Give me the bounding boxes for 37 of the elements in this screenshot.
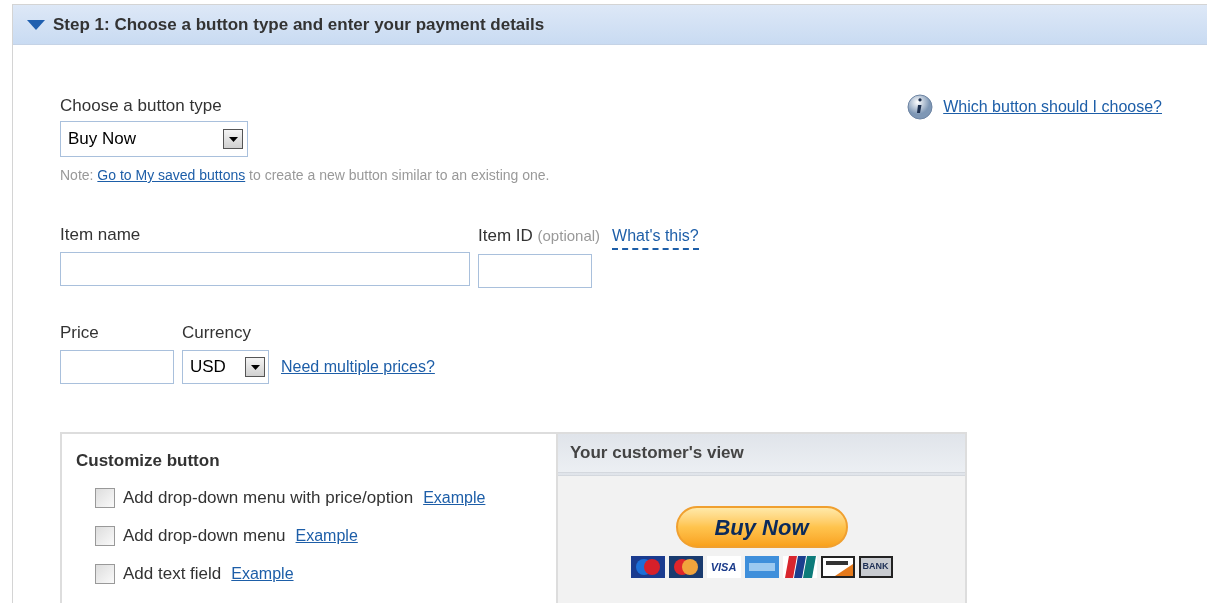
- card-logo-icon: [744, 556, 779, 578]
- preview-header: Your customer's view: [558, 434, 965, 476]
- checkbox[interactable]: [95, 488, 115, 508]
- button-type-dropdown[interactable]: Buy Now: [60, 121, 248, 157]
- buy-now-button[interactable]: Buy Now: [675, 506, 848, 548]
- field-label: Price: [60, 322, 100, 344]
- field-label: Item name: [60, 224, 142, 246]
- card-logo-icon: BANK: [858, 556, 893, 578]
- card-logo-icon: [630, 556, 665, 578]
- option-label: Add drop-down menu with price/option: [123, 487, 414, 510]
- note-text: Note: Go to My saved buttons to create a new button similar to an existing one.: [60, 166, 551, 185]
- whats-this-link[interactable]: What's this?: [612, 224, 699, 250]
- help-link[interactable]: Which button should I choose?: [943, 95, 1162, 119]
- example-link[interactable]: Example: [423, 486, 486, 510]
- item-name-field[interactable]: [60, 252, 470, 286]
- multiple-prices-link[interactable]: Need multiple prices?: [281, 355, 435, 379]
- price-field[interactable]: [60, 350, 174, 384]
- card-logo-icon: [668, 556, 703, 578]
- currency-dropdown[interactable]: USD: [182, 350, 269, 384]
- info-icon: [907, 94, 934, 120]
- card-logo-icon: VISA: [706, 556, 741, 578]
- checkbox[interactable]: [95, 564, 115, 584]
- field-label: Item ID (optional): [478, 225, 601, 247]
- field-label: Currency: [182, 322, 252, 344]
- option-label: Add text field: [123, 563, 222, 586]
- saved-buttons-link[interactable]: Go to My saved buttons: [97, 167, 246, 183]
- card-logo-icon: [820, 556, 855, 578]
- option-label: Add drop-down menu: [123, 525, 286, 548]
- example-link[interactable]: Example: [231, 562, 294, 586]
- field-label: Choose a button type: [60, 95, 223, 117]
- card-logo-icon: [782, 556, 817, 578]
- section-header[interactable]: Step 1: Choose a button type and enter your payment details: [13, 5, 1207, 45]
- section-title: Step 1: Choose a button type and enter your payment details: [53, 13, 545, 36]
- example-link[interactable]: Example: [295, 524, 358, 548]
- item-id-field[interactable]: [478, 254, 592, 288]
- checkbox[interactable]: [95, 526, 115, 546]
- customize-title: Customize button: [76, 450, 221, 472]
